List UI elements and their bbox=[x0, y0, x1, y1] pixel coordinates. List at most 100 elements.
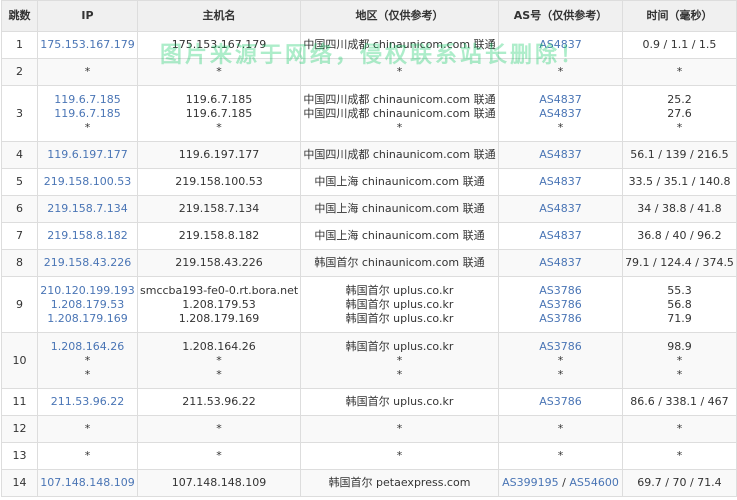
ip-link[interactable]: 211.53.96.22 bbox=[40, 395, 135, 409]
time-cell: 34 / 38.8 / 41.8 bbox=[622, 195, 737, 223]
location-cell: 中国上海 chinaunicom.com 联通 bbox=[300, 195, 499, 223]
location-cell: 韩国首尔 uplus.co.kr bbox=[300, 388, 499, 416]
ip-link[interactable]: 219.158.8.182 bbox=[40, 229, 135, 243]
ip-text: * bbox=[84, 422, 91, 435]
time-cell: 25.2 27.6 * bbox=[622, 85, 737, 142]
table-row: 11 211.53.96.22 211.53.96.22 韩国首尔 uplus.co.… bbox=[1, 388, 737, 416]
ip-cell: 175.153.167.179 bbox=[37, 31, 138, 59]
ip-link[interactable]: 210.120.199.193 bbox=[40, 284, 135, 298]
as-link[interactable]: AS4837 bbox=[539, 148, 582, 161]
time-text: 69.7 / 70 / 71.4 bbox=[637, 476, 722, 489]
ip-link[interactable]: 1.208.164.26 bbox=[40, 340, 135, 354]
ip-cell: 219.158.8.182 bbox=[37, 222, 138, 250]
as-cell: AS4837 bbox=[498, 141, 623, 169]
hostname-cell: smccba193-fe0-0.rt.bora.net 1.208.179.53 1… bbox=[137, 276, 301, 333]
ip-text: * bbox=[84, 353, 91, 367]
ip-link[interactable]: 175.153.167.179 bbox=[40, 38, 135, 52]
as-cell: AS4837 bbox=[498, 249, 623, 277]
as-cell: AS3786 * * bbox=[498, 332, 623, 389]
location-text: 韩国首尔 uplus.co.kr bbox=[345, 311, 454, 325]
ip-link[interactable]: 219.158.7.134 bbox=[40, 202, 135, 216]
table-row: 13 * * * * * bbox=[1, 442, 737, 470]
table-row: 3 119.6.7.185 119.6.7.185 * 119.6.7.185 119.6… bbox=[1, 85, 737, 142]
time-cell: 56.1 / 139 / 216.5 bbox=[622, 141, 737, 169]
location-text: 中国上海 chinaunicom.com 联通 bbox=[314, 202, 485, 215]
time-text: * bbox=[676, 120, 683, 134]
time-text: 79.1 / 124.4 / 374.5 bbox=[625, 256, 734, 269]
time-cell: 86.6 / 338.1 / 467 bbox=[622, 388, 737, 416]
traceroute-table: 跳数 IP 主机名 地区（仅供参考） AS号（仅供参考） 时间（毫秒） 1 175… bbox=[1, 0, 737, 497]
as-link[interactable]: AS4837 bbox=[539, 229, 582, 242]
hostname-text: * bbox=[216, 120, 222, 134]
location-text: * bbox=[396, 367, 403, 381]
location-text: 中国上海 chinaunicom.com 联通 bbox=[314, 229, 485, 242]
location-text: * bbox=[396, 353, 403, 367]
hostname-text: 219.158.7.134 bbox=[178, 202, 260, 215]
as-link[interactable]: AS4837 bbox=[539, 202, 582, 215]
hostname-text: * bbox=[216, 422, 222, 435]
header-as-number: AS号（仅供参考） bbox=[498, 0, 623, 32]
as-link[interactable]: AS4837 bbox=[539, 107, 582, 120]
as-link[interactable]: AS4837 bbox=[539, 256, 582, 269]
hop-cell: 12 bbox=[1, 415, 38, 443]
as-line: AS4837 bbox=[501, 93, 620, 107]
hostname-cell: * bbox=[137, 442, 301, 470]
location-text: 中国四川成都 chinaunicom.com 联通 bbox=[303, 148, 496, 161]
time-text: * bbox=[676, 353, 683, 367]
as-link[interactable]: AS3786 bbox=[539, 340, 582, 353]
location-text: 韩国首尔 petaexpress.com bbox=[328, 476, 471, 489]
hostname-text: 1.208.164.26 bbox=[182, 339, 256, 353]
as-line: * bbox=[501, 121, 620, 135]
location-text: 中国四川成都 chinaunicom.com 联通 bbox=[303, 38, 496, 51]
table-row: 2 * * * * * bbox=[1, 58, 737, 86]
hop-cell: 11 bbox=[1, 388, 38, 416]
hop-cell: 9 bbox=[1, 276, 38, 333]
location-cell: 中国上海 chinaunicom.com 联通 bbox=[300, 168, 499, 196]
table-row: 1 175.153.167.179 175.153.167.179 中国四川成都 ch… bbox=[1, 31, 737, 59]
time-text: * bbox=[676, 367, 683, 381]
time-text: * bbox=[676, 449, 683, 462]
as-line: AS3786 bbox=[501, 284, 620, 298]
ip-link[interactable]: 1.208.179.169 bbox=[40, 312, 135, 326]
hostname-cell: 219.158.8.182 bbox=[137, 222, 301, 250]
ip-cell: 210.120.199.193 1.208.179.53 1.208.179.169 bbox=[37, 276, 138, 333]
as-link[interactable]: AS4837 bbox=[539, 38, 582, 51]
ip-cell: 1.208.164.26 * * bbox=[37, 332, 138, 389]
hostname-cell: 219.158.7.134 bbox=[137, 195, 301, 223]
time-text: 56.1 / 139 / 216.5 bbox=[630, 148, 729, 161]
ip-cell: 107.148.148.109 bbox=[37, 469, 138, 497]
as-link[interactable]: AS4837 bbox=[539, 175, 582, 188]
as-text: * bbox=[557, 449, 564, 462]
time-cell: 55.3 56.8 71.9 bbox=[622, 276, 737, 333]
as-link[interactable]: AS4837 bbox=[539, 93, 582, 106]
as-line: AS4837 bbox=[501, 202, 620, 216]
location-cell: 中国四川成都 chinaunicom.com 联通 中国四川成都 chinauni… bbox=[300, 85, 499, 142]
ip-link[interactable]: 107.148.148.109 bbox=[40, 476, 135, 490]
ip-link[interactable]: 119.6.7.185 bbox=[40, 107, 135, 121]
as-link[interactable]: AS3786 bbox=[539, 312, 582, 325]
table-row: 4 119.6.197.177 119.6.197.177 中国四川成都 chinau… bbox=[1, 141, 737, 169]
time-text: 0.9 / 1.1 / 1.5 bbox=[642, 38, 717, 51]
time-cell: 79.1 / 124.4 / 374.5 bbox=[622, 249, 737, 277]
ip-link[interactable]: 1.208.179.53 bbox=[40, 298, 135, 312]
ip-link[interactable]: 219.158.100.53 bbox=[40, 175, 135, 189]
ip-text: * bbox=[84, 120, 91, 134]
as-cell: AS4837 bbox=[498, 195, 623, 223]
location-cell: * bbox=[300, 442, 499, 470]
as-link[interactable]: AS3786 bbox=[539, 298, 582, 311]
ip-cell: * bbox=[37, 442, 138, 470]
location-text: * bbox=[396, 120, 403, 134]
ip-link[interactable]: 119.6.7.185 bbox=[40, 93, 135, 107]
time-text: 27.6 bbox=[667, 106, 692, 120]
time-text: * bbox=[676, 422, 683, 435]
location-text: 中国四川成都 chinaunicom.com 联通 bbox=[303, 106, 496, 120]
as-link[interactable]: AS3786 bbox=[539, 395, 582, 408]
as-link[interactable]: AS399195 bbox=[502, 476, 559, 489]
as-line: AS4837 bbox=[501, 38, 620, 52]
ip-link[interactable]: 219.158.43.226 bbox=[40, 256, 135, 270]
as-line: AS3786 bbox=[501, 298, 620, 312]
as-link[interactable]: AS3786 bbox=[539, 284, 582, 297]
hop-cell: 6 bbox=[1, 195, 38, 223]
ip-link[interactable]: 119.6.197.177 bbox=[40, 148, 135, 162]
as-link[interactable]: AS54600 bbox=[569, 476, 619, 489]
